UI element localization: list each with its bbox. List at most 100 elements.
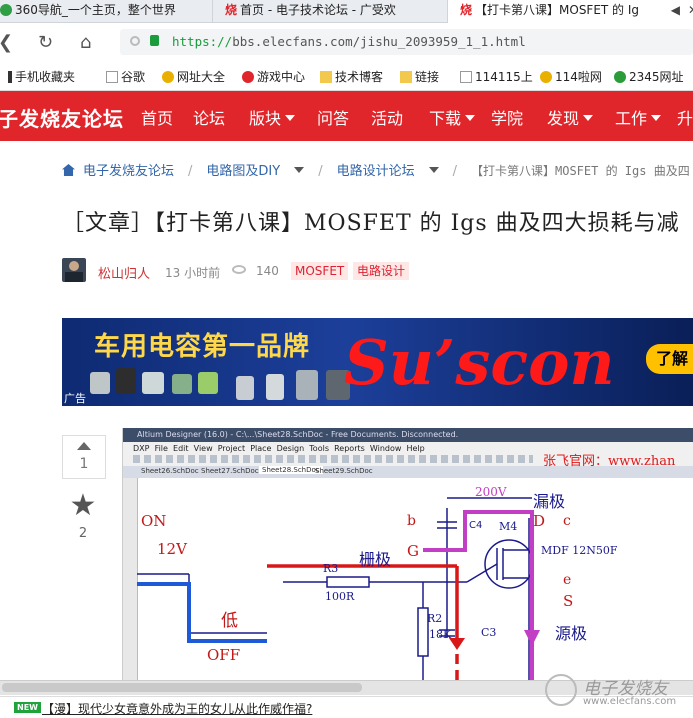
- breadcrumb: 电子发烧友论坛 / 电路图及DIY / 电路设计论坛 / 【打卡第八课】MOSFET 的 I…: [62, 160, 690, 179]
- speaker-icon[interactable]: ◀: [671, 0, 680, 20]
- bookmark-game-center[interactable]: 游戏中心: [242, 68, 305, 85]
- eye-icon: [232, 265, 246, 274]
- chevron-down-icon[interactable]: [294, 167, 305, 173]
- chevron-down-icon: [651, 115, 662, 121]
- back-icon[interactable]: ❮: [0, 32, 13, 53]
- ad-learn-more-button[interactable]: 了解: [646, 344, 693, 374]
- phone-icon: [8, 71, 12, 83]
- schematic-label: 18K: [429, 628, 452, 641]
- page-icon: [106, 71, 118, 83]
- bookmark-google[interactable]: 谷歌: [106, 68, 145, 85]
- tag-mosfet[interactable]: MOSFET: [291, 262, 349, 280]
- tag-circuit-design[interactable]: 电路设计: [353, 262, 410, 280]
- folder-icon: [320, 71, 332, 83]
- elecfans-favicon-icon: 烧: [225, 3, 238, 17]
- news-link[interactable]: 【漫】现代少女竟意外成为王的女儿从此作威作福?: [42, 700, 312, 717]
- schematic-label: C3: [481, 626, 497, 639]
- ad-headline: 车用电容第一品牌: [94, 332, 311, 362]
- nav-home[interactable]: 首页: [141, 105, 173, 129]
- schematic-label: 源极: [555, 624, 588, 643]
- page-title: ［文章］【打卡第八课】MOSFET 的 Igs 曲及四大损耗与减: [62, 211, 680, 236]
- bookmark-links[interactable]: 链接: [400, 68, 439, 85]
- schematic-label: 100R: [325, 590, 355, 603]
- home-icon[interactable]: [62, 164, 75, 176]
- site-logo[interactable]: 子发烧友论坛: [0, 103, 124, 132]
- nav-more[interactable]: 升: [677, 105, 693, 129]
- bookmark-114la[interactable]: 114啦网: [540, 68, 602, 85]
- nav-sections[interactable]: 版块: [249, 105, 296, 129]
- new-badge: NEW: [14, 702, 41, 713]
- breadcrumb-circuit-diy[interactable]: 电路图及DIY: [206, 164, 280, 179]
- scrollbar-thumb[interactable]: [2, 683, 362, 692]
- avatar[interactable]: [62, 258, 86, 282]
- ad-banner[interactable]: 车用电容第一品牌 Su’scon 了解 广告: [62, 318, 693, 406]
- schematic-label: R3: [323, 562, 339, 575]
- nav-download[interactable]: 下载: [429, 105, 476, 129]
- tab-active-article[interactable]: 烧【打卡第八课】MOSFET 的 Ig ◀ ✕: [447, 0, 693, 23]
- schematic-label: R2: [427, 612, 443, 625]
- nav-jobs[interactable]: 工作: [615, 105, 662, 129]
- favorite-button[interactable]: ★ 2: [62, 486, 104, 548]
- schematic-label: e: [563, 572, 572, 588]
- arrow-up-icon: [77, 442, 91, 450]
- schematic-label: 低: [221, 611, 238, 631]
- tab-label: 360导航_一个主页，整个世界: [15, 3, 176, 17]
- nav-events[interactable]: 活动: [371, 105, 403, 129]
- image-side-panel: [123, 478, 138, 680]
- schematic-label: C4: [469, 520, 483, 531]
- upvote-button[interactable]: 1: [62, 435, 106, 479]
- view-count: 140: [256, 264, 279, 278]
- nav-qa[interactable]: 问答: [317, 105, 349, 129]
- 360-favicon-icon: [0, 4, 12, 16]
- author-link[interactable]: 松山归人: [98, 263, 150, 282]
- schematic-label: S: [563, 592, 574, 610]
- browser-tab-bar: 360导航_一个主页，整个世界 烧首页 - 电子技术论坛 - 广受欢 烧【打卡第…: [0, 0, 693, 23]
- navigation-bar: ❮ ↻ ⌂ https://bbs.elecfans.com/jishu_209…: [0, 23, 693, 61]
- star-icon: ★: [69, 488, 97, 523]
- elecfans-watermark-logo: 电子发烧友 www.elecfans.com: [545, 668, 693, 714]
- nav-discover[interactable]: 发现: [547, 105, 594, 129]
- schematic-label: M4: [499, 520, 518, 533]
- close-tab-icon[interactable]: ✕: [688, 0, 693, 20]
- home-icon[interactable]: ⌂: [80, 32, 91, 53]
- nav-forum[interactable]: 论坛: [193, 105, 225, 129]
- schematic-label: G: [407, 542, 419, 560]
- folder-icon: [400, 71, 412, 83]
- reload-icon[interactable]: ↻: [38, 32, 53, 53]
- tab-360-nav[interactable]: 360导航_一个主页，整个世界: [0, 0, 205, 22]
- tab-label: 【打卡第八课】MOSFET 的 Ig: [475, 3, 640, 17]
- ad-brand: Su’scon: [344, 326, 615, 399]
- post-time: 13 小时前: [165, 266, 221, 280]
- site-icon: [614, 71, 626, 83]
- lock-icon: [150, 35, 159, 46]
- image-app-titlebar: Altium Designer (16.0) - C:\...\Sheet28.…: [123, 428, 693, 442]
- schematic-label: D: [533, 512, 546, 530]
- bookmark-mobile-favorites[interactable]: 手机收藏夹: [8, 68, 75, 85]
- upvote-count: 1: [79, 456, 89, 472]
- schematic-label: 12V: [157, 540, 187, 558]
- ad-label: 广告: [64, 392, 86, 405]
- schematic-label: MDF 12N50F: [541, 544, 618, 557]
- address-bar[interactable]: https://bbs.elecfans.com/jishu_2093959_1…: [120, 29, 693, 55]
- breadcrumb-current: 【打卡第八课】MOSFET 的 Igs 曲及四: [471, 164, 690, 178]
- schematic-label: c: [563, 513, 571, 529]
- schematic-label: ON: [141, 512, 167, 530]
- chevron-down-icon: [285, 115, 296, 121]
- nav-academy[interactable]: 学院: [491, 105, 523, 129]
- chevron-down-icon[interactable]: [428, 167, 439, 173]
- chevron-down-icon: [465, 115, 476, 121]
- site-info-icon[interactable]: [130, 36, 140, 46]
- bookmark-2345[interactable]: 2345网址: [614, 68, 684, 85]
- schematic-label: OFF: [207, 646, 241, 664]
- tab-elecfans-home[interactable]: 烧首页 - 电子技术论坛 - 广受欢: [212, 0, 457, 22]
- breadcrumb-circuit-design[interactable]: 电路设计论坛: [337, 164, 415, 179]
- bookmark-114115[interactable]: 114115上: [460, 68, 533, 85]
- site-icon: [162, 71, 174, 83]
- bookmark-tech-blog[interactable]: 技术博客: [320, 68, 383, 85]
- schematic-label: 栅极: [359, 550, 392, 569]
- breadcrumb-home[interactable]: 电子发烧友论坛: [83, 164, 174, 179]
- schematic-label: 漏极: [533, 492, 566, 511]
- game-icon: [242, 71, 254, 83]
- bookmark-url-directory[interactable]: 网址大全: [162, 68, 225, 85]
- logo-icon: [545, 674, 577, 706]
